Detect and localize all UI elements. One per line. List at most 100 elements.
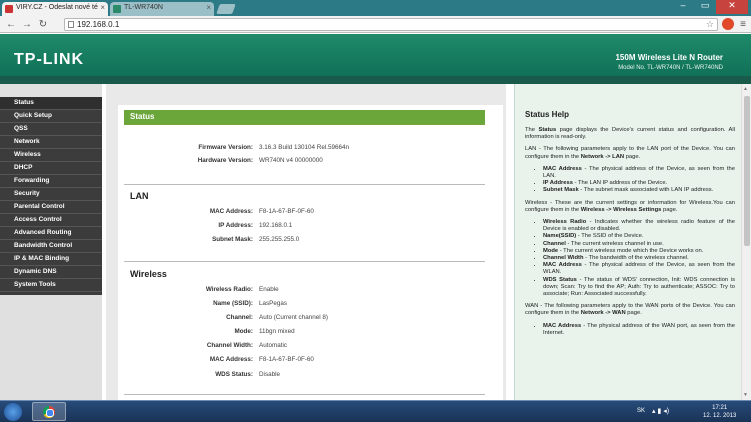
help-wireless-intro: Wireless - These are the current setting… bbox=[525, 199, 735, 213]
sidebar-item-dynamic-dns[interactable]: Dynamic DNS bbox=[0, 266, 102, 279]
sidebar-item-wireless[interactable]: Wireless bbox=[0, 149, 102, 162]
status-title-bar: Status bbox=[124, 110, 485, 124]
sidebar-item-advanced-routing[interactable]: Advanced Routing bbox=[0, 227, 102, 240]
channel-value: Auto (Current channel 8) bbox=[259, 314, 328, 321]
list-item: Name(SSID) - The SSID of the Device. bbox=[543, 233, 735, 240]
hardware-label: Hardware Version: bbox=[197, 157, 253, 164]
address-bar[interactable]: 192.168.0.1 ☆ bbox=[64, 18, 718, 31]
sidebar-item-ip-mac-binding[interactable]: IP & MAC Binding bbox=[0, 253, 102, 266]
main-content: Status Firmware Version: 3.16.3 Build 13… bbox=[106, 84, 506, 405]
sidebar-item-forwarding[interactable]: Forwarding bbox=[0, 175, 102, 188]
lan-mac-label: MAC Address: bbox=[209, 208, 253, 215]
list-item: Subnet Mask - The subnet mask associated… bbox=[543, 187, 735, 194]
router-header: TP-LINK 150M Wireless Lite N Router Mode… bbox=[0, 34, 751, 84]
lan-mac-row: MAC Address: F8-1A-67-BF-0F-60 bbox=[118, 208, 503, 217]
firmware-label: Firmware Version: bbox=[198, 144, 253, 151]
header-strip bbox=[0, 76, 751, 84]
maximize-button[interactable]: ▭ bbox=[694, 0, 716, 14]
help-title: Status Help bbox=[525, 110, 570, 119]
bookmark-star-icon[interactable]: ☆ bbox=[706, 19, 714, 30]
tplink-favicon-icon bbox=[113, 5, 121, 13]
start-button-icon[interactable] bbox=[4, 403, 22, 421]
list-item: MAC Address - The physical address of th… bbox=[543, 262, 735, 276]
channel-label: Channel: bbox=[226, 314, 253, 321]
windows-taskbar: SK ▴ ▮ ◂) 17:21 12. 12. 2013 bbox=[0, 400, 751, 422]
tab-viry-title: VIRY.CZ - Odeslat nové té bbox=[16, 4, 98, 11]
wds-status-row: WDS Status: Disable bbox=[118, 371, 503, 380]
wireless-mac-label: MAC Address: bbox=[209, 356, 253, 363]
list-item: IP Address - The LAN IP address of the D… bbox=[543, 180, 735, 187]
menu-icon[interactable]: ≡ bbox=[736, 18, 750, 31]
tab-viry[interactable]: VIRY.CZ - Odeslat nové té × bbox=[2, 2, 108, 16]
minimize-button[interactable]: – bbox=[672, 0, 694, 14]
wireless-mac-row: MAC Address: F8-1A-67-BF-0F-60 bbox=[118, 356, 503, 365]
ssid-value: LasPegas bbox=[259, 300, 288, 307]
clock-time: 17:21 bbox=[712, 405, 728, 411]
lan-ip-label: IP Address: bbox=[218, 222, 253, 229]
tab-close-icon[interactable]: × bbox=[100, 3, 105, 12]
list-item: Channel - The current wireless channel i… bbox=[543, 241, 735, 248]
sidebar-item-system-tools[interactable]: System Tools bbox=[0, 279, 102, 292]
wireless-section-title: Wireless bbox=[130, 269, 167, 279]
ssid-label: Name (SSID): bbox=[213, 300, 253, 307]
sidebar-item-security[interactable]: Security bbox=[0, 188, 102, 201]
mode-value: 11bgn mixed bbox=[259, 328, 295, 335]
divider bbox=[124, 261, 485, 262]
tp-link-logo: TP-LINK bbox=[14, 51, 85, 68]
forward-arrow-icon[interactable]: → bbox=[20, 18, 34, 31]
list-item: Mode - The current wireless mode which t… bbox=[543, 248, 735, 255]
sidebar-item-parental-control[interactable]: Parental Control bbox=[0, 201, 102, 214]
help-wan-list: MAC Address - The physical address of th… bbox=[543, 323, 735, 337]
help-scrollbar[interactable]: ▲ ▼ bbox=[741, 84, 751, 400]
sidebar-item-quick-setup[interactable]: Quick Setup bbox=[0, 110, 102, 123]
new-tab-button[interactable] bbox=[216, 4, 236, 14]
scroll-down-icon[interactable]: ▼ bbox=[743, 392, 748, 398]
divider bbox=[124, 184, 485, 185]
lan-mac-value: F8-1A-67-BF-0F-60 bbox=[259, 208, 314, 215]
tab-tl-wr740n[interactable]: TL-WR740N × bbox=[110, 2, 214, 16]
viry-favicon-icon bbox=[5, 5, 13, 13]
sidebar-item-dhcp[interactable]: DHCP bbox=[0, 162, 102, 175]
scrollbar-thumb[interactable] bbox=[744, 96, 750, 246]
system-clock[interactable]: 17:21 12. 12. 2013 bbox=[703, 404, 736, 420]
lan-section-title: LAN bbox=[130, 191, 149, 201]
list-item: MAC Address - The physical address of th… bbox=[543, 166, 735, 180]
lan-mask-value: 255.255.255.0 bbox=[259, 236, 300, 243]
wireless-radio-row: Wireless Radio: Enable bbox=[118, 286, 503, 295]
list-item: MAC Address - The physical address of th… bbox=[543, 323, 735, 337]
sidebar-item-bandwidth-control[interactable]: Bandwidth Control bbox=[0, 240, 102, 253]
sidebar-item-qss[interactable]: QSS bbox=[0, 123, 102, 136]
channel-width-row: Channel Width: Automatic bbox=[118, 342, 503, 351]
tray-icons[interactable]: ▴ ▮ ◂) bbox=[652, 407, 669, 415]
wireless-radio-label: Wireless Radio: bbox=[205, 286, 253, 293]
list-item: WDS Status - The status of WDS' connecti… bbox=[543, 277, 735, 299]
channel-row: Channel: Auto (Current channel 8) bbox=[118, 314, 503, 323]
scroll-up-icon[interactable]: ▲ bbox=[743, 86, 748, 92]
sidebar-item-network[interactable]: Network bbox=[0, 136, 102, 149]
lan-ip-value: 192.168.0.1 bbox=[259, 222, 293, 229]
channel-width-label: Channel Width: bbox=[206, 342, 253, 349]
firmware-value: 3.16.3 Build 130104 Rel.59664n bbox=[259, 144, 349, 151]
language-indicator[interactable]: SK bbox=[637, 408, 645, 414]
back-arrow-icon[interactable]: ← bbox=[4, 18, 18, 31]
tab-close-icon[interactable]: × bbox=[206, 3, 211, 12]
sidebar-menu: Status Quick Setup QSS Network Wireless … bbox=[0, 97, 102, 295]
help-wireless-list: Wireless Radio - Indicates whether the w… bbox=[543, 219, 735, 298]
sidebar-item-status[interactable]: Status bbox=[0, 97, 102, 110]
taskbar-chrome-button[interactable] bbox=[32, 402, 66, 421]
reload-icon[interactable]: ↻ bbox=[36, 18, 50, 31]
divider bbox=[124, 124, 485, 125]
window-close-button[interactable]: ✕ bbox=[716, 0, 748, 14]
model-number: Model No. TL-WR740N / TL-WR740ND bbox=[618, 65, 723, 71]
hardware-row: Hardware Version: WR740N v4 00000000 bbox=[118, 157, 503, 166]
sidebar-item-access-control[interactable]: Access Control bbox=[0, 214, 102, 227]
extension-icon[interactable] bbox=[722, 18, 734, 30]
firmware-row: Firmware Version: 3.16.3 Build 130104 Re… bbox=[118, 144, 503, 153]
wds-status-label: WDS Status: bbox=[215, 371, 253, 378]
ssid-row: Name (SSID): LasPegas bbox=[118, 300, 503, 309]
wireless-radio-value: Enable bbox=[259, 286, 279, 293]
help-lan-intro: LAN - The following parameters apply to … bbox=[525, 146, 735, 160]
help-intro: The Status page displays the Device's cu… bbox=[525, 127, 735, 141]
page-icon bbox=[68, 21, 74, 28]
channel-width-value: Automatic bbox=[259, 342, 287, 349]
